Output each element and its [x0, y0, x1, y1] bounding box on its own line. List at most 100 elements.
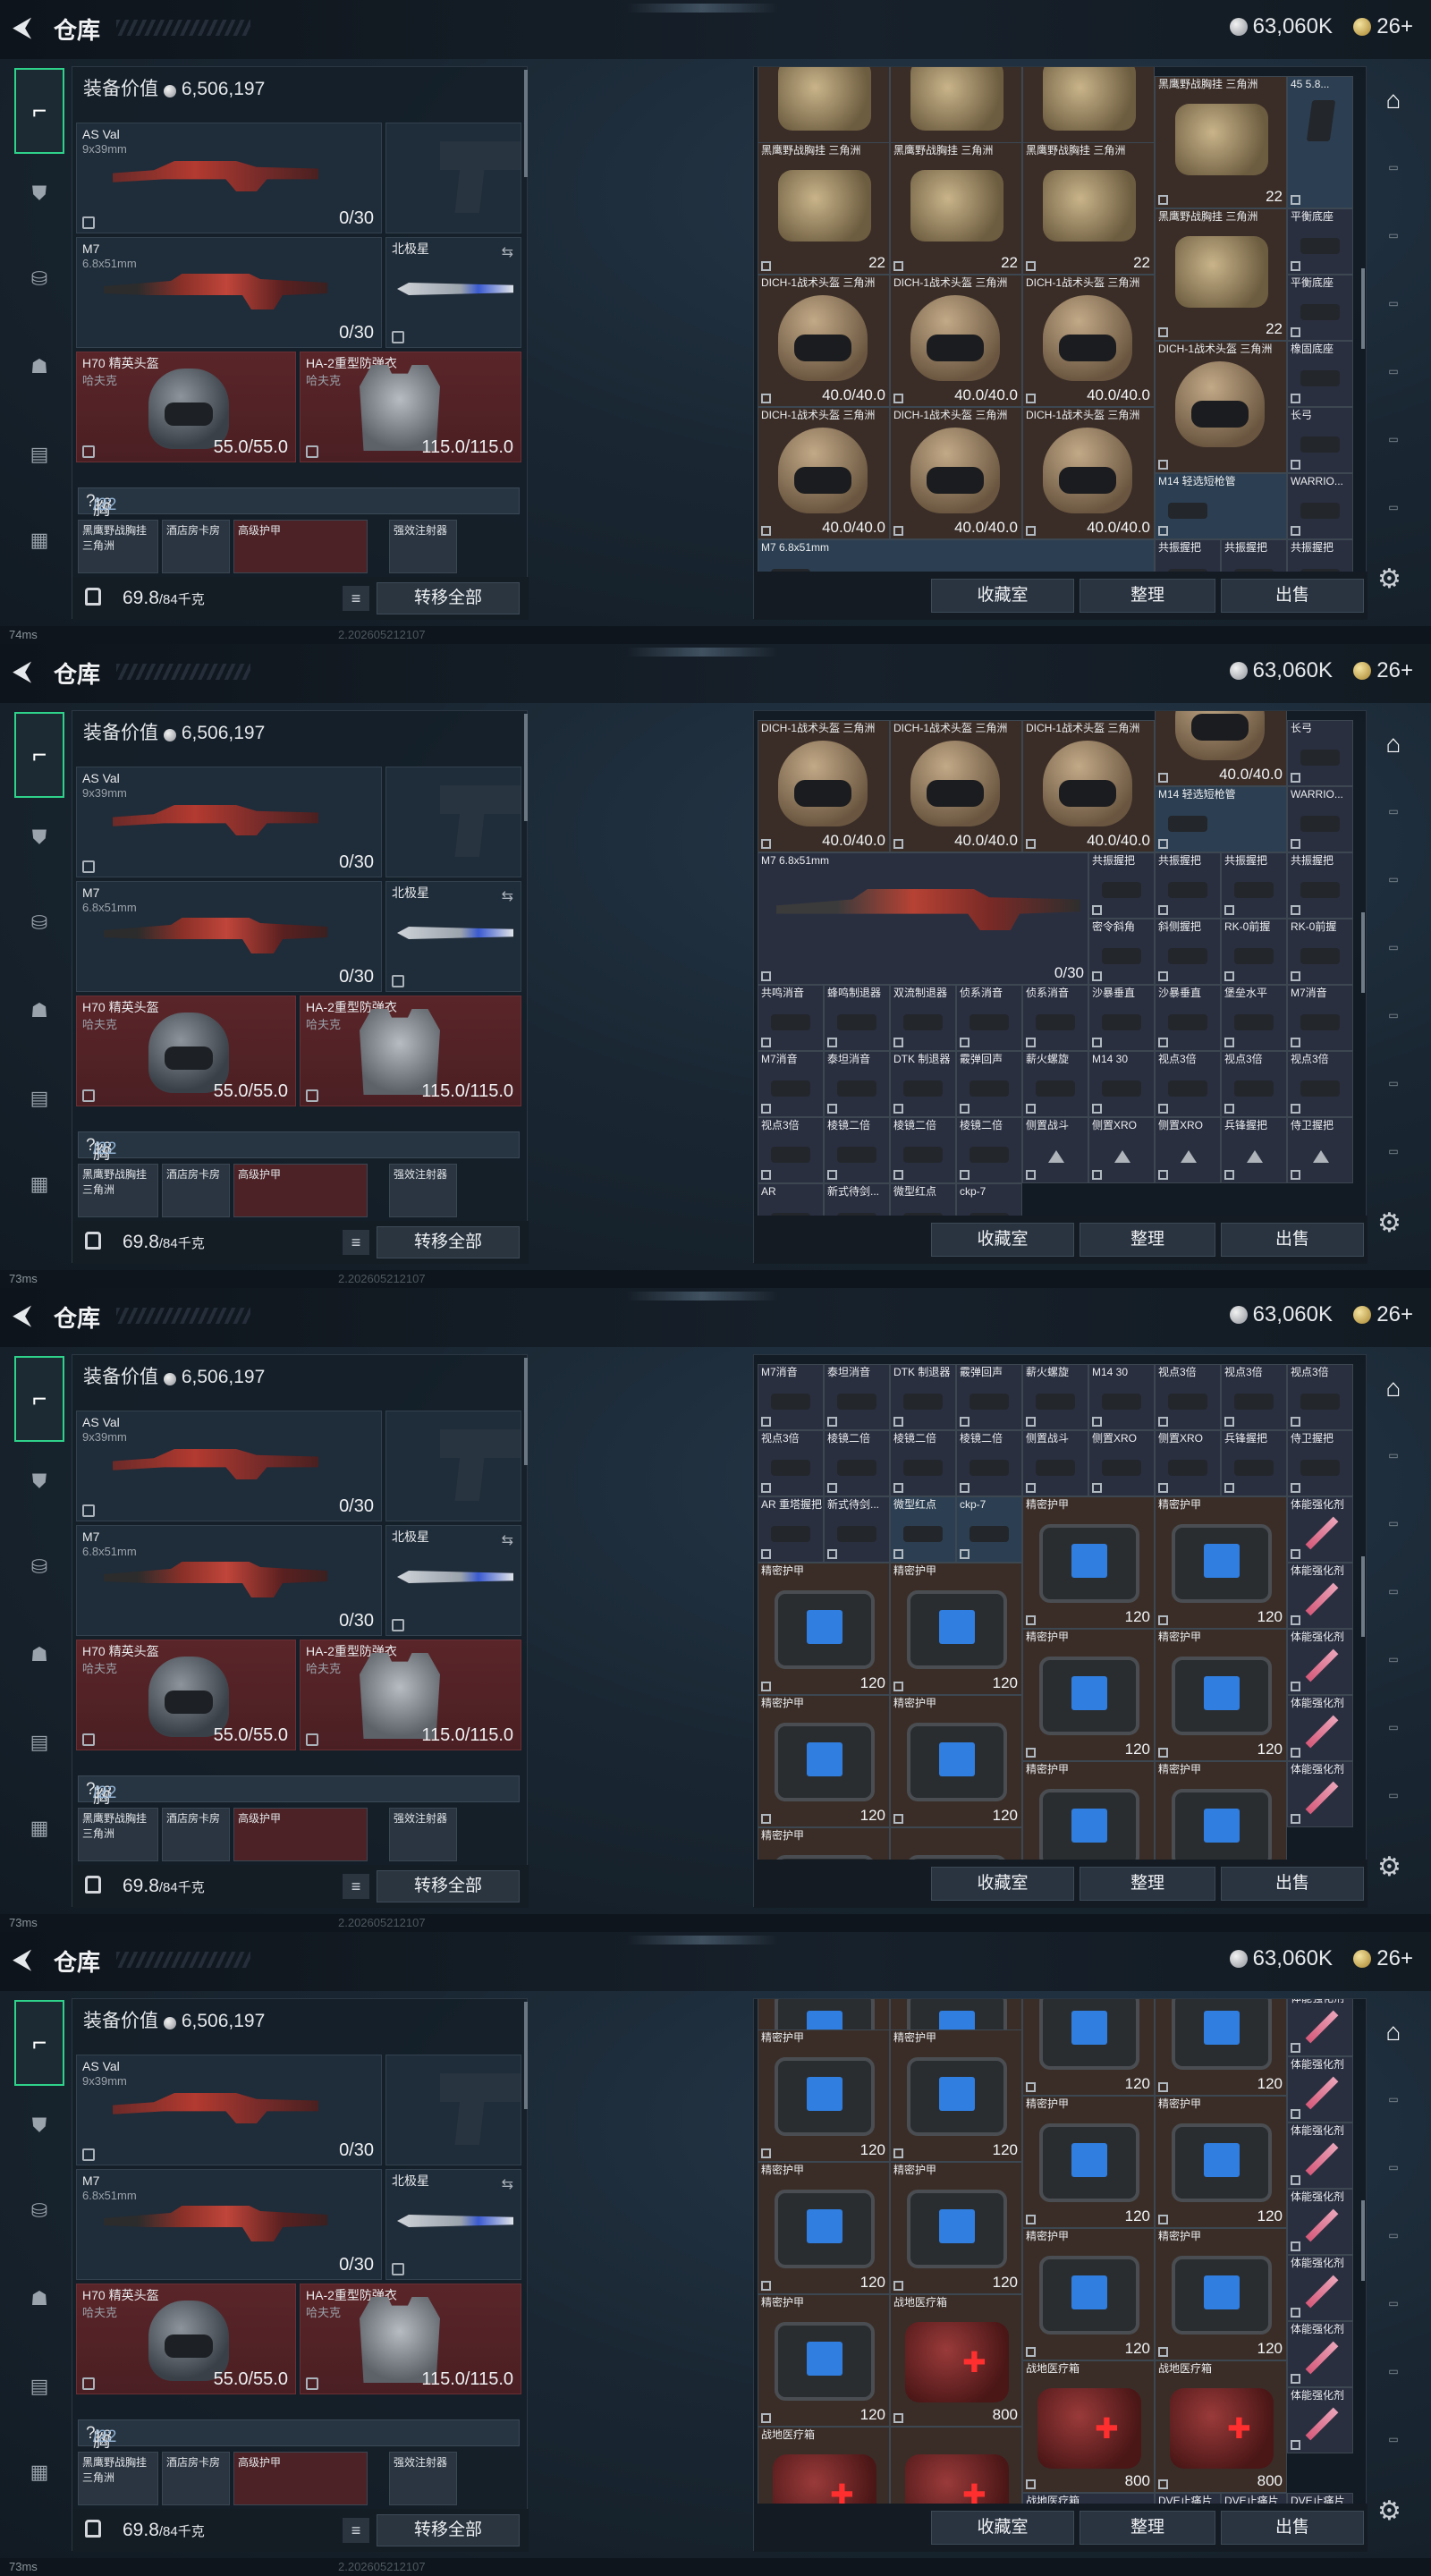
- warehouse-tab-icon[interactable]: ▭: [1376, 941, 1411, 968]
- armor-slot[interactable]: HA-2重型防弹衣 哈夫克 115.0/115.0: [300, 1640, 521, 1750]
- storage-item[interactable]: 战地医疗箱 800: [1155, 2360, 1287, 2493]
- storage-item[interactable]: 黑鹰野战胸挂 三角洲 22: [758, 142, 890, 275]
- storage-item[interactable]: AR 重塔握把: [758, 1496, 824, 1563]
- briefcase-icon[interactable]: ▦: [21, 522, 57, 558]
- case-icon[interactable]: ▤: [21, 436, 57, 472]
- pistol-icon[interactable]: ⌐: [14, 68, 64, 154]
- storage-item[interactable]: 精密护甲: [1022, 1761, 1155, 1860]
- storage-item[interactable]: 战地医疗箱 800: [890, 2294, 1022, 2427]
- storage-item[interactable]: [890, 1827, 1022, 1860]
- storage-item[interactable]: 战地医疗箱 800: [1022, 2360, 1155, 2493]
- warehouse-tab-icon[interactable]: ▭: [1376, 1721, 1411, 1748]
- warehouse-tab-icon[interactable]: ▭: [1376, 501, 1411, 528]
- list-icon[interactable]: ≡: [343, 586, 369, 611]
- lock-icon[interactable]: [85, 2520, 101, 2538]
- storage-item[interactable]: 体能强化剂: [1287, 2056, 1353, 2123]
- storage-item[interactable]: DICH-1战术头盔 三角洲 40.0/40.0: [1022, 720, 1155, 852]
- primary-weapon-slot[interactable]: AS Val 9x39mm 0/30: [76, 123, 382, 233]
- transfer-all-button[interactable]: 转移全部: [377, 2514, 520, 2546]
- back-arrow-icon[interactable]: ⮜: [13, 1301, 39, 1331]
- warehouse-tab-icon[interactable]: ▭: [1376, 433, 1411, 460]
- storage-item[interactable]: 侍卫握把: [1287, 1117, 1353, 1183]
- briefcase-icon[interactable]: ▦: [21, 1166, 57, 1202]
- storage-item[interactable]: DICH-1战术头盔 三角洲 40.0/40.0: [890, 720, 1022, 852]
- storage-item[interactable]: 精密护甲 120: [1022, 2096, 1155, 2228]
- storage-item[interactable]: DICH-1战术头盔 三角洲 40.0/40.0: [758, 407, 890, 539]
- sort-button[interactable]: 整理: [1080, 1223, 1215, 1257]
- storage-item[interactable]: 侧置战斗: [1022, 1430, 1088, 1496]
- storage-item[interactable]: M7 6.8x51mm 0/30: [758, 852, 1088, 985]
- storage-item[interactable]: DVE止痛片: [1155, 2493, 1221, 2504]
- warehouse-tab-icon[interactable]: ▭: [1376, 1585, 1411, 1612]
- storage-item[interactable]: 体能强化剂: [1287, 1496, 1353, 1563]
- storage-item[interactable]: AR: [758, 1183, 824, 1216]
- secondary-weapon-slot[interactable]: M7 6.8x51mm 0/30: [76, 2169, 382, 2280]
- primary-weapon-slot[interactable]: AS Val 9x39mm 0/30: [76, 767, 382, 877]
- storage-item[interactable]: 黑鹰野战胸挂 三角洲 22: [1022, 142, 1155, 275]
- storage-item[interactable]: 视点3倍: [758, 1117, 824, 1183]
- chest-rig-header[interactable]: 胸挂：18/22 ?: [78, 2419, 520, 2475]
- storage-item[interactable]: 侧置战斗: [1022, 1117, 1088, 1183]
- storage-item[interactable]: DICH-1战术头盔 三角洲 40.0/40.0: [890, 275, 1022, 407]
- helmet-slot[interactable]: H70 精英头盔 哈夫克 55.0/55.0: [76, 996, 296, 1106]
- storage-item[interactable]: 精密护甲 120: [758, 2029, 890, 2162]
- storage-item[interactable]: 精密护甲 120: [758, 2294, 890, 2427]
- storage-item[interactable]: DICH-1战术头盔 三角洲 40.0/40.0: [1022, 407, 1155, 539]
- sort-button[interactable]: 整理: [1080, 1867, 1215, 1901]
- warehouse-tab-icon[interactable]: ▭: [1376, 2161, 1411, 2188]
- warehouse-tab-icon[interactable]: ▭: [1376, 805, 1411, 832]
- gold-currency[interactable]: 26+: [1353, 658, 1413, 683]
- storage-item[interactable]: 视点3倍: [1221, 1364, 1287, 1430]
- warehouse-tab-icon[interactable]: ▭: [1376, 873, 1411, 900]
- warehouse-home-icon[interactable]: ⌂: [1376, 730, 1411, 758]
- storage-item[interactable]: 霰弹回声: [956, 1364, 1022, 1430]
- swap-icon[interactable]: ⇆: [502, 887, 513, 905]
- storage-item[interactable]: 精密护甲 120: [1155, 2096, 1287, 2228]
- gold-currency[interactable]: 26+: [1353, 1946, 1413, 1971]
- silver-currency[interactable]: 63,060K: [1229, 14, 1333, 39]
- melee-slot[interactable]: 北极星 ⇆: [385, 237, 521, 348]
- storage-item[interactable]: 共振握把: [1287, 539, 1353, 572]
- storage-item[interactable]: 霰弹回声: [956, 1051, 1022, 1117]
- storage-item[interactable]: 共振握把: [1287, 852, 1353, 919]
- gear-icon[interactable]: ⚙: [1377, 564, 1401, 595]
- storage-item[interactable]: 45 5.8...: [1287, 76, 1353, 208]
- storage-item[interactable]: 精密护甲 120: [890, 2029, 1022, 2162]
- gear-icon[interactable]: ⚙: [1377, 2496, 1401, 2527]
- chest-item[interactable]: 酒店房卡房: [162, 520, 230, 573]
- warehouse-tab-icon[interactable]: ▭: [1376, 2093, 1411, 2120]
- list-icon[interactable]: ≡: [343, 1230, 369, 1255]
- warehouse-tab-icon[interactable]: ▭: [1376, 1077, 1411, 1104]
- storage-item[interactable]: 精密护甲 120: [758, 2162, 890, 2294]
- pistol-slot-empty[interactable]: [385, 1411, 521, 1521]
- sell-button[interactable]: 出售: [1221, 1867, 1364, 1901]
- storage-item[interactable]: 40.0/40.0: [1155, 711, 1287, 786]
- chest-item[interactable]: 高级护甲: [233, 1164, 368, 1217]
- storage-item[interactable]: 橡固底座: [1287, 341, 1353, 407]
- sell-button[interactable]: 出售: [1221, 579, 1364, 613]
- storage-item[interactable]: 密令斜角: [1088, 919, 1155, 985]
- storage-item[interactable]: 视点3倍: [1287, 1051, 1353, 1117]
- storage-scrollbar[interactable]: [1361, 1556, 1365, 1637]
- swap-icon[interactable]: ⇆: [502, 2175, 513, 2193]
- storage-item[interactable]: RK-0前握: [1287, 919, 1353, 985]
- helmet-icon[interactable]: ☗: [21, 993, 57, 1029]
- storage-item[interactable]: [890, 2427, 1022, 2504]
- warehouse-tab-icon[interactable]: ▭: [1376, 229, 1411, 256]
- vest-icon[interactable]: ⛊: [21, 2107, 57, 2143]
- melee-slot[interactable]: 北极星 ⇆: [385, 2169, 521, 2280]
- backpack-icon[interactable]: ⛁: [21, 905, 57, 941]
- lock-icon[interactable]: [85, 1232, 101, 1250]
- vest-icon[interactable]: ⛊: [21, 819, 57, 855]
- storage-item[interactable]: 沙暴垂直: [1088, 985, 1155, 1051]
- storage-item[interactable]: 120: [1022, 1999, 1155, 2096]
- storage-item[interactable]: 棱镜二倍: [824, 1117, 890, 1183]
- storage-item[interactable]: 精密护甲 120: [1155, 1496, 1287, 1629]
- storage-item[interactable]: 战地医疗箱: [1022, 2493, 1155, 2504]
- armor-slot[interactable]: HA-2重型防弹衣 哈夫克 115.0/115.0: [300, 352, 521, 462]
- warehouse-tab-icon[interactable]: ▭: [1376, 1145, 1411, 1172]
- swap-icon[interactable]: ⇆: [502, 243, 513, 261]
- equipment-scrollbar[interactable]: [524, 70, 528, 177]
- transfer-all-button[interactable]: 转移全部: [377, 1226, 520, 1258]
- backpack-icon[interactable]: ⛁: [21, 261, 57, 297]
